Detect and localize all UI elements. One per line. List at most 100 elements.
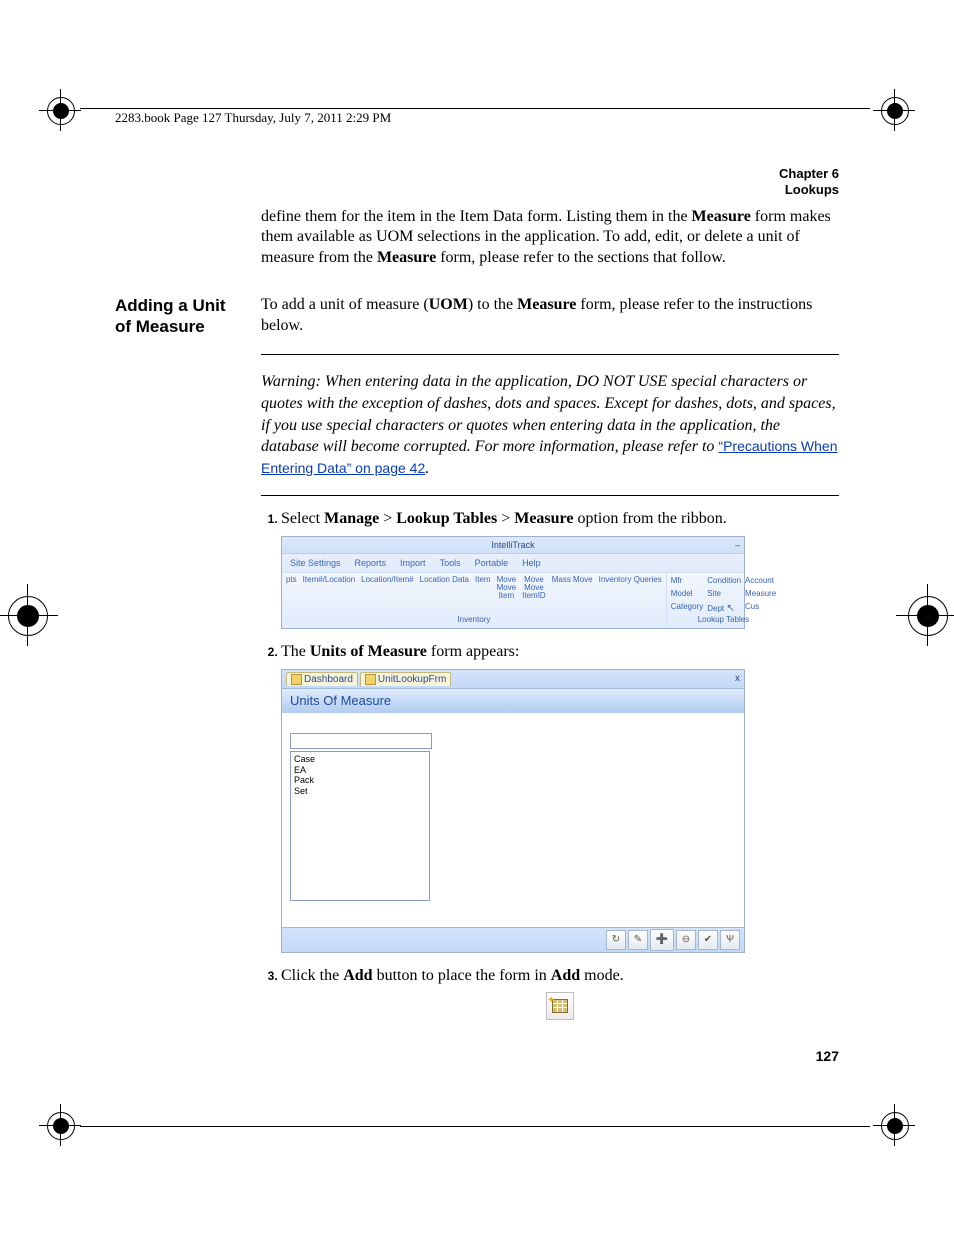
text: >: [379, 510, 396, 527]
sparkle-icon: ✦: [547, 994, 555, 1008]
bold-uom-form: Units of Measure: [310, 643, 427, 660]
toolbar-button[interactable]: ⊖: [676, 930, 696, 950]
tab-reports[interactable]: Reports: [355, 557, 387, 569]
chapter-title: Lookups: [115, 182, 839, 198]
text: ) to the: [468, 296, 517, 313]
toolbar-button[interactable]: ✔: [698, 930, 718, 950]
inv-move-move-item[interactable]: Move Move Item: [497, 576, 517, 600]
add-button-icon: ✦: [546, 992, 574, 1020]
intro-paragraph: define them for the item in the Item Dat…: [261, 207, 839, 269]
list-item[interactable]: Case: [294, 754, 426, 765]
steps-list: Select Manage > Lookup Tables > Measure …: [261, 508, 839, 1020]
text: define them for the item in the Item Dat…: [261, 208, 692, 225]
bold-manage: Manage: [324, 510, 379, 527]
toolbar-button[interactable]: ✎: [628, 930, 648, 950]
tab-portable[interactable]: Portable: [475, 557, 509, 569]
text: form appears:: [427, 643, 519, 660]
chapter-label: Chapter 6: [115, 166, 839, 182]
form-title: Units Of Measure: [282, 689, 744, 713]
list-item[interactable]: Pack: [294, 775, 426, 786]
step-1: Select Manage > Lookup Tables > Measure …: [281, 508, 839, 629]
section-heading: Adding a Unit of Measure: [115, 295, 261, 338]
text: button to place the form in: [373, 967, 551, 984]
page-header: 2283.book Page 127 Thursday, July 7, 201…: [115, 110, 839, 126]
bold-measure: Measure: [377, 249, 436, 266]
bold-add: Add: [551, 967, 580, 984]
step-3: Click the Add button to place the form i…: [281, 965, 839, 1021]
toolbar-button[interactable]: ↻: [606, 930, 626, 950]
text: >: [497, 510, 514, 527]
tab-import[interactable]: Import: [400, 557, 426, 569]
warning-label: Warning:: [261, 373, 325, 390]
warning-block: Warning: When entering data in the appli…: [261, 371, 839, 479]
divider: [261, 354, 839, 355]
tab-icon: [291, 674, 302, 685]
form-tabstrip: Dashboard UnitLookupFrm x: [282, 670, 744, 690]
text: The: [281, 643, 310, 660]
inv-pts[interactable]: pts: [286, 576, 297, 584]
text: To add a unit of measure (: [261, 296, 429, 313]
tab-site-settings[interactable]: Site Settings: [290, 557, 341, 569]
bold-measure: Measure: [692, 208, 751, 225]
lookup-dept[interactable]: Dept ↖: [707, 602, 741, 616]
text: form, please refer to the sections that …: [436, 249, 726, 266]
tab-icon: [365, 674, 376, 685]
tab-label: UnitLookupFrm: [378, 673, 446, 687]
inv-mass-move[interactable]: Mass Move: [552, 576, 593, 584]
bold-measure: Measure: [514, 510, 573, 527]
inv-queries[interactable]: Inventory Queries: [599, 576, 662, 584]
form-body: Case EA Pack Set: [282, 713, 744, 927]
lookup-category[interactable]: Category: [671, 602, 703, 616]
step-2: The Units of Measure form appears: Dashb…: [281, 641, 839, 953]
lookup-site[interactable]: Site: [707, 589, 741, 600]
inv-location-data[interactable]: Location Data: [420, 576, 469, 584]
list-item[interactable]: EA: [294, 765, 426, 776]
inv-location-item[interactable]: Location/Item#: [361, 576, 413, 584]
tab-unitlookupfrm[interactable]: UnitLookupFrm: [360, 672, 451, 687]
section-heading-line2: of Measure: [115, 316, 247, 337]
tab-label: Dashboard: [304, 673, 353, 687]
section-heading-line1: Adding a Unit: [115, 295, 247, 316]
add-button[interactable]: ➕: [650, 929, 674, 951]
lookup-mfr[interactable]: Mfr: [671, 576, 703, 587]
document-page: 2283.book Page 127 Thursday, July 7, 201…: [0, 0, 954, 1235]
page-number: 127: [261, 1048, 839, 1064]
text: option from the ribbon.: [573, 510, 726, 527]
inventory-group-label: Inventory: [282, 615, 666, 628]
bold-add: Add: [343, 967, 372, 984]
lookup-account[interactable]: Account: [745, 576, 776, 587]
divider: [261, 495, 839, 496]
tab-tools[interactable]: Tools: [440, 557, 461, 569]
close-icon[interactable]: x: [735, 672, 740, 686]
tab-dashboard[interactable]: Dashboard: [286, 672, 358, 687]
lookup-condition[interactable]: Condition: [707, 576, 741, 587]
app-titlebar: IntelliTrack –: [282, 537, 744, 554]
bold-measure: Measure: [517, 296, 576, 313]
lookup-group: Mfr Condition Account Model Site Measure…: [667, 573, 780, 628]
lookup-model[interactable]: Model: [671, 589, 703, 600]
ribbon-tabbar: Site Settings Reports Import Tools Porta…: [282, 554, 744, 573]
minimize-icon[interactable]: –: [735, 539, 740, 551]
tab-help[interactable]: Help: [522, 557, 541, 569]
lookup-measure[interactable]: Measure: [745, 589, 776, 600]
grid-icon: ✦: [552, 999, 568, 1013]
lookup-cus[interactable]: Cus: [745, 602, 776, 616]
section-lede: To add a unit of measure (UOM) to the Me…: [261, 295, 839, 337]
chapter-header: Chapter 6 Lookups: [115, 166, 839, 199]
uom-input[interactable]: [290, 733, 432, 749]
app-title: IntelliTrack: [491, 540, 534, 550]
text: .: [425, 460, 429, 477]
uom-listbox[interactable]: Case EA Pack Set: [290, 751, 430, 901]
inventory-group: pts Item#/Location Location/Item# Locati…: [282, 573, 667, 628]
inv-item-location[interactable]: Item#/Location: [303, 576, 355, 584]
toolbar-button[interactable]: Ѱ: [720, 930, 740, 950]
form-toolbar: ↻ ✎ ➕ ⊖ ✔ Ѱ: [282, 927, 744, 952]
inv-move-move-itemid[interactable]: Move Move ItemID: [522, 576, 546, 600]
inv-item[interactable]: Item: [475, 576, 491, 584]
text: Select: [281, 510, 324, 527]
list-item[interactable]: Set: [294, 786, 426, 797]
cursor-icon: ↖: [726, 603, 734, 614]
ribbon-screenshot: IntelliTrack – Site Settings Reports Imp…: [281, 536, 745, 629]
text: Click the: [281, 967, 343, 984]
text: mode.: [580, 967, 624, 984]
